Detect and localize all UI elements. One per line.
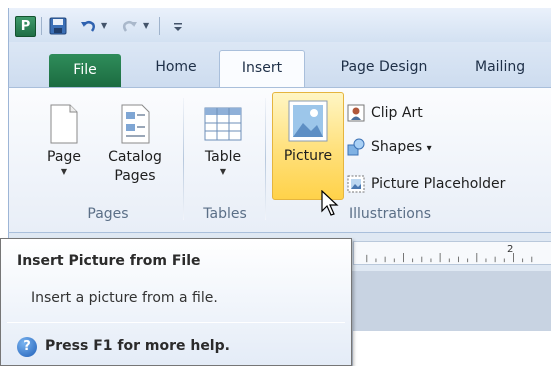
clip-art-icon bbox=[347, 104, 365, 122]
horizontal-ruler[interactable]: 2 bbox=[353, 241, 551, 265]
undo-dropdown-icon[interactable]: ▼ bbox=[101, 21, 107, 30]
page-dropdown-icon: ▼ bbox=[60, 167, 68, 176]
group-separator bbox=[183, 98, 184, 220]
qat-separator bbox=[41, 17, 42, 35]
clip-art-button[interactable]: Clip Art bbox=[347, 100, 467, 126]
picture-icon bbox=[288, 100, 328, 142]
tooltip-divider bbox=[7, 322, 345, 323]
tooltip-insert-picture: Insert Picture from File Insert a pictur… bbox=[0, 238, 352, 366]
catalog-button-label-line1: Catalog bbox=[108, 149, 162, 165]
save-icon[interactable] bbox=[49, 17, 67, 35]
tooltip-title: Insert Picture from File bbox=[17, 253, 201, 269]
tables-group-label: Tables bbox=[203, 206, 247, 222]
page-button-label: Page bbox=[47, 149, 81, 165]
picture-placeholder-button[interactable]: Picture Placeholder bbox=[347, 171, 547, 197]
ribbon-tab-bar: File Home Insert Page Design Mailing bbox=[8, 42, 551, 89]
shapes-dropdown-icon: ▾ bbox=[426, 143, 432, 154]
table-dropdown-icon: ▼ bbox=[219, 167, 227, 176]
picture-placeholder-label: Picture Placeholder bbox=[371, 176, 506, 192]
blank-page-icon bbox=[50, 104, 78, 144]
page-button[interactable]: Page ▼ bbox=[39, 104, 89, 177]
tab-mailings[interactable]: Mailing bbox=[475, 50, 551, 88]
shapes-button[interactable]: Shapes ▾ bbox=[347, 134, 467, 160]
table-button[interactable]: Table ▼ bbox=[195, 104, 251, 177]
tab-file[interactable]: File bbox=[49, 54, 121, 88]
title-bar: P ▼ ▼ bbox=[8, 8, 551, 42]
shapes-icon bbox=[347, 138, 365, 156]
shapes-label: Shapes ▾ bbox=[371, 139, 432, 155]
catalog-button-label-line2: Pages bbox=[114, 168, 156, 184]
publisher-logo-icon[interactable]: P bbox=[15, 16, 36, 37]
catalog-pages-button[interactable]: Catalog Pages bbox=[97, 104, 173, 186]
tab-page-design[interactable]: Page Design bbox=[319, 50, 449, 88]
tooltip-description: Insert a picture from a file. bbox=[31, 290, 218, 306]
illustrations-group-label: Illustrations bbox=[349, 206, 432, 222]
picture-button-label: Picture bbox=[283, 148, 333, 164]
picture-button[interactable]: Picture bbox=[272, 92, 344, 200]
undo-icon[interactable] bbox=[79, 17, 97, 35]
help-icon: ? bbox=[17, 337, 37, 357]
picture-placeholder-icon bbox=[347, 175, 365, 193]
redo-dropdown-icon: ▼ bbox=[143, 21, 150, 30]
tab-insert[interactable]: Insert bbox=[219, 50, 305, 89]
table-button-label: Table bbox=[204, 149, 242, 165]
group-separator bbox=[265, 98, 266, 220]
catalog-pages-icon bbox=[121, 104, 150, 144]
qat-separator bbox=[159, 17, 160, 35]
ruler-number: 2 bbox=[507, 244, 513, 255]
customize-qat-icon[interactable] bbox=[169, 17, 187, 35]
tooltip-help-text: Press F1 for more help. bbox=[45, 338, 230, 354]
mouse-cursor-icon bbox=[321, 190, 339, 216]
tab-home[interactable]: Home bbox=[131, 50, 221, 88]
clip-art-label: Clip Art bbox=[371, 105, 423, 121]
table-icon bbox=[204, 107, 242, 141]
redo-icon bbox=[122, 21, 137, 32]
document-page[interactable] bbox=[353, 331, 551, 366]
pages-group-label: Pages bbox=[87, 206, 129, 222]
ribbon: Page ▼ Catalog Pages Pages Table ▼ Table… bbox=[8, 87, 551, 233]
